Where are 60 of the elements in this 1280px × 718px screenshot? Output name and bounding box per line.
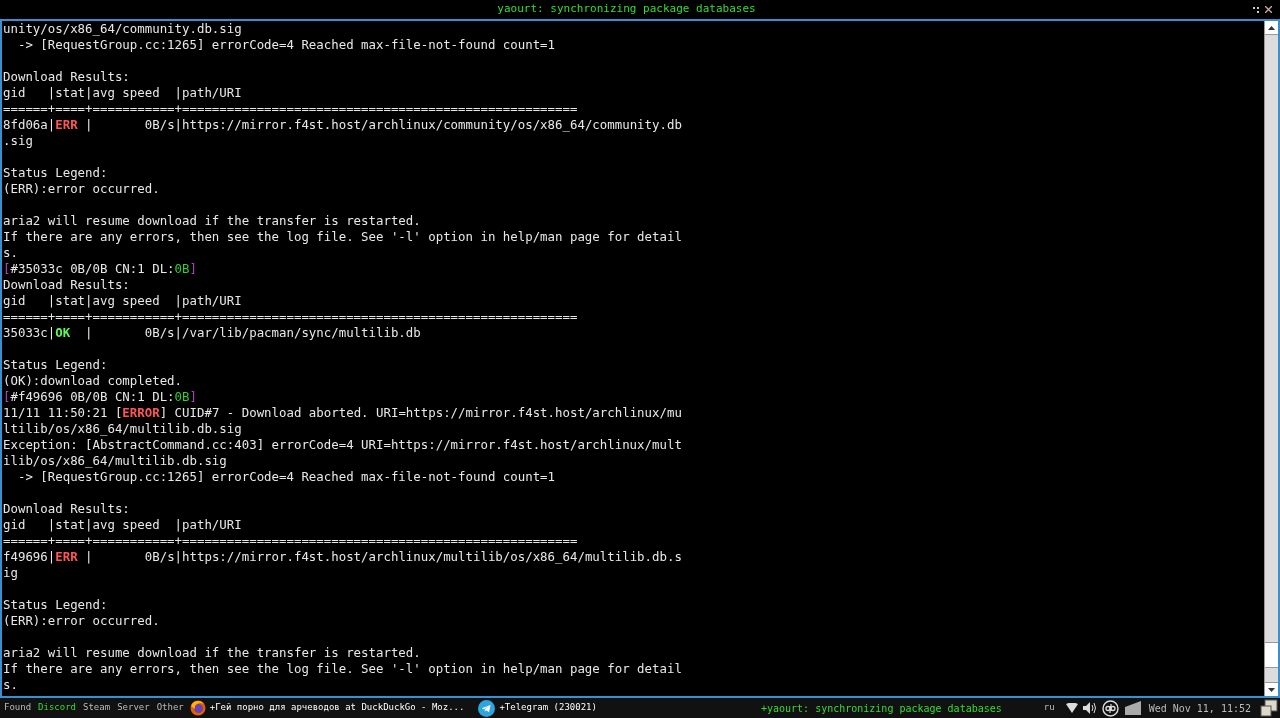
terminal-line: ilib/os/x86_64/multilib.db.sig bbox=[3, 453, 227, 469]
terminal-line: Download Results: bbox=[3, 501, 130, 517]
taskbar-task[interactable]: +yaourt: synchronizing package databases bbox=[760, 700, 1002, 716]
terminal-line: [#35033c 0B/0B CN:1 DL:0B] bbox=[3, 261, 197, 277]
scroll-down-button[interactable] bbox=[1265, 682, 1278, 696]
terminal-line: ig bbox=[3, 565, 18, 581]
terminal-line: s. bbox=[3, 245, 18, 261]
workspace-tab[interactable]: Found bbox=[4, 701, 32, 715]
wifi-icon[interactable] bbox=[1065, 703, 1078, 713]
paper-plane-icon bbox=[478, 699, 496, 717]
down-arrow-icon bbox=[1268, 687, 1275, 692]
terminal-line: Status Legend: bbox=[3, 597, 108, 613]
terminal-line: Download Results: bbox=[3, 277, 130, 293]
terminal-line: ======+====+===========+===================================================== bbox=[3, 309, 578, 325]
terminal-line: aria2 will resume download if the transfer is restarted. bbox=[3, 645, 421, 661]
up-arrow-icon bbox=[1268, 25, 1275, 30]
globe-icon bbox=[189, 700, 206, 716]
terminal-line: Exception: [AbstractCommand.cc:403] errorCode=4 URI=https://mirror.f4st.host/archlinux/mult bbox=[3, 437, 682, 453]
clock[interactable]: Wed Nov 11, 11:52 bbox=[1148, 700, 1251, 716]
terminal-line: gid |stat|avg speed |path/URI bbox=[3, 85, 242, 101]
qb-icon[interactable] bbox=[1101, 699, 1119, 717]
terminal-line: Status Legend: bbox=[3, 357, 108, 373]
terminal-line: ======+====+===========+===================================================== bbox=[3, 101, 578, 117]
windows-icon[interactable] bbox=[1260, 699, 1278, 717]
scroll-thumb[interactable] bbox=[1265, 642, 1278, 668]
terminal-line: 8fd06a|ERR | 0B/s|https://mirror.f4st.host/archlinux/community/os/x86_64/community.db bbox=[3, 117, 682, 133]
terminal-line: (OK):download completed. bbox=[3, 373, 183, 389]
workspace-tab[interactable]: Discord bbox=[38, 701, 77, 715]
terminal-line: -> [RequestGroup.cc:1265] errorCode=4 Reached max-file-not-found count=1 bbox=[16, 37, 556, 53]
maximize-icon[interactable] bbox=[1253, 6, 1259, 13]
terminal-line: ======+====+===========+===================================================== bbox=[3, 533, 578, 549]
terminal-line: (ERR):error occurred. bbox=[3, 613, 160, 629]
workspace-tab[interactable]: Steam bbox=[83, 701, 111, 715]
terminal-line: f49696|ERR | 0B/s|https://mirror.f4st.host/archlinux/multilib/os/x86_64/multilib.db.s bbox=[3, 549, 682, 565]
window-title: yaourt: synchronizing package databases bbox=[497, 1, 756, 18]
volume-icon[interactable] bbox=[1082, 702, 1097, 714]
close-icon[interactable] bbox=[1265, 6, 1272, 13]
workspace-tab[interactable]: Server bbox=[117, 701, 150, 715]
terminal-line: unity/os/x86_64/community.db.sig bbox=[3, 21, 242, 37]
scroll-up-button[interactable] bbox=[1265, 21, 1278, 35]
terminal-line: 35033c|OK | 0B/s|/var/lib/pacman/sync/multilib.db bbox=[3, 325, 421, 341]
terminal-line: ltilib/os/x86_64/multilib.db.sig bbox=[3, 421, 242, 437]
taskbar-task[interactable]: +Telegram (230021) bbox=[478, 699, 597, 717]
terminal-line: (ERR):error occurred. bbox=[3, 181, 160, 197]
terminal-line: gid |stat|avg speed |path/URI bbox=[3, 517, 242, 533]
terminal-line: -> [RequestGroup.cc:1265] errorCode=4 Reached max-file-not-found count=1 bbox=[16, 469, 556, 485]
scrollbar[interactable] bbox=[1264, 21, 1278, 696]
terminal-line: If there are any errors, then see the log file. See '-l' option in help/man page for detail bbox=[3, 229, 682, 245]
terminal-line: Status Legend: bbox=[3, 165, 108, 181]
terminal-line: If there are any errors, then see the log file. See '-l' option in help/man page for detail bbox=[3, 661, 682, 677]
workspace-tab[interactable]: Other bbox=[156, 701, 184, 715]
keyboard-layout[interactable]: ru bbox=[1043, 701, 1055, 715]
taskbar-task[interactable]: +Гей порно для арчеводов at DuckDuckGo - Moz... bbox=[189, 700, 465, 716]
terminal-line: Download Results: bbox=[3, 69, 130, 85]
terminal-line: s. bbox=[3, 677, 18, 693]
terminal-line: gid |stat|avg speed |path/URI bbox=[3, 293, 242, 309]
terminal-line: 11/11 11:50:21 [ERROR] CUID#7 - Download aborted. URI=https://mirror.f4st.host/archlinux/mu bbox=[3, 405, 682, 421]
terminal-line: aria2 will resume download if the transfer is restarted. bbox=[3, 213, 421, 229]
terminal-line: .sig bbox=[3, 133, 33, 149]
terminal-line: [#f49696 0B/0B CN:1 DL:0B] bbox=[3, 389, 197, 405]
